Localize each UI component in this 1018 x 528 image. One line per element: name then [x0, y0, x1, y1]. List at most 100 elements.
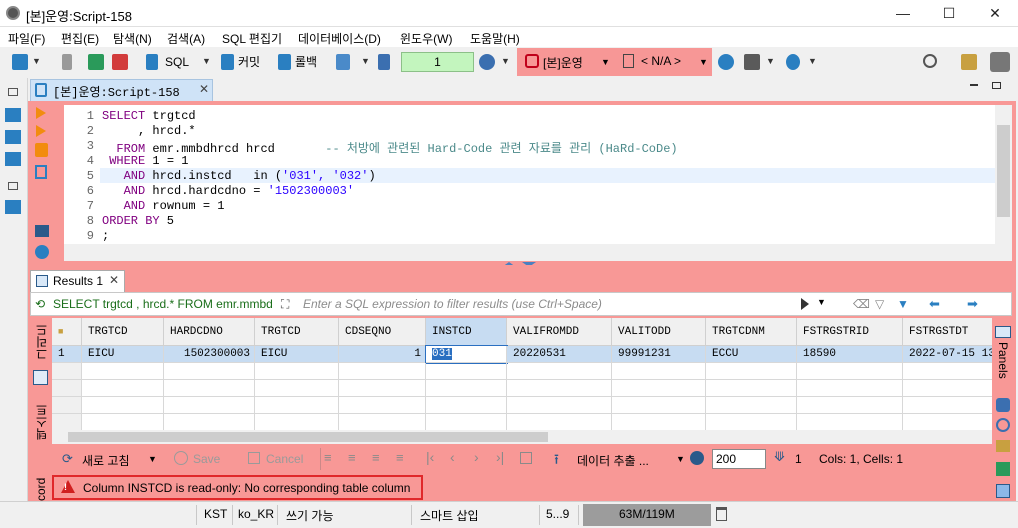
- row-number[interactable]: [52, 363, 82, 380]
- close-button[interactable]: ✕: [972, 0, 1018, 27]
- table-cell[interactable]: [82, 414, 164, 430]
- row-number[interactable]: [52, 397, 82, 414]
- column-header[interactable]: INSTCD: [426, 318, 507, 346]
- table-cell[interactable]: [903, 414, 992, 430]
- table-cell[interactable]: [706, 363, 797, 380]
- table-cell[interactable]: EICU: [82, 346, 164, 363]
- minimize-button[interactable]: —: [880, 0, 926, 27]
- explain-plan-icon[interactable]: [35, 165, 47, 179]
- code-line[interactable]: AND hrcd.hardcdno = '1502300003': [102, 184, 354, 198]
- find-icon[interactable]: [786, 54, 800, 70]
- transaction-mode-icon[interactable]: [336, 54, 350, 70]
- results-grid[interactable]: ■ TRGTCD HARDCDNO TRGTCD CDSEQNO INSTCD VALIFR…: [52, 318, 992, 430]
- table-cell[interactable]: [164, 397, 255, 414]
- column-header[interactable]: HARDCDNO: [164, 318, 255, 346]
- column-header[interactable]: VALITODD: [612, 318, 706, 346]
- navigator-icon[interactable]: [5, 108, 21, 122]
- tab-results-1[interactable]: Results 1 ✕: [30, 270, 125, 292]
- erase-filter-icon[interactable]: ⌫: [853, 297, 870, 311]
- table-cell[interactable]: 2022-07-15 13:: [903, 346, 992, 363]
- lock-icon[interactable]: [378, 54, 390, 70]
- add-row-icon[interactable]: ≡: [348, 450, 356, 465]
- projects-icon[interactable]: [5, 130, 21, 144]
- maximize-button[interactable]: ☐: [926, 0, 972, 27]
- table-cell[interactable]: [426, 414, 507, 430]
- cancel-button[interactable]: Cancel: [266, 452, 303, 466]
- perspective-icon[interactable]: [961, 54, 977, 70]
- restore-icon[interactable]: [8, 88, 18, 96]
- history-icon[interactable]: [479, 54, 495, 70]
- table-cell[interactable]: [507, 397, 612, 414]
- commit-button[interactable]: 커밋: [238, 52, 260, 72]
- table-cell[interactable]: [426, 363, 507, 380]
- tab-script[interactable]: [본]운영:Script-158 ✕: [30, 79, 213, 101]
- menu-sql-editor[interactable]: SQL 편집기: [222, 30, 282, 47]
- export-data-button[interactable]: 데이터 추출 ...: [577, 452, 649, 469]
- table-cell[interactable]: [797, 363, 903, 380]
- code-line[interactable]: , hrcd.*: [102, 124, 196, 138]
- commit-icon[interactable]: [221, 54, 234, 70]
- table-cell[interactable]: [706, 397, 797, 414]
- table-cell[interactable]: [255, 397, 339, 414]
- table-cell[interactable]: [507, 380, 612, 397]
- table-cell[interactable]: [255, 380, 339, 397]
- table-cell[interactable]: [797, 380, 903, 397]
- metadata-panel-icon[interactable]: [996, 418, 1010, 432]
- table-cell[interactable]: [612, 414, 706, 430]
- table-cell[interactable]: [82, 380, 164, 397]
- close-icon[interactable]: ✕: [199, 82, 209, 96]
- table-cell[interactable]: [612, 363, 706, 380]
- table-cell[interactable]: [507, 363, 612, 380]
- calc-panel-icon[interactable]: [996, 440, 1010, 452]
- sql-button[interactable]: SQL: [165, 52, 189, 72]
- grid-view-toggle[interactable]: 그리드: [33, 324, 50, 360]
- panels-toggle[interactable]: Panels: [996, 342, 1010, 379]
- search-icon[interactable]: [923, 54, 937, 68]
- column-header[interactable]: FSTRGSTDT: [903, 318, 992, 346]
- rollback-button[interactable]: 롤백: [295, 52, 317, 72]
- table-cell[interactable]: [82, 397, 164, 414]
- avatar[interactable]: [990, 52, 1010, 72]
- table-cell[interactable]: [507, 414, 612, 430]
- execute-script-icon[interactable]: [35, 143, 48, 157]
- edit-row-icon[interactable]: ≡: [324, 450, 332, 465]
- spreadsheet-icon[interactable]: [996, 484, 1010, 498]
- memory-usage[interactable]: 63M/119M: [583, 504, 711, 526]
- table-cell[interactable]: [797, 397, 903, 414]
- table-cell[interactable]: [706, 380, 797, 397]
- table-cell[interactable]: [426, 380, 507, 397]
- table-cell[interactable]: ECCU: [706, 346, 797, 363]
- code-line[interactable]: AND hrcd.instcd in ('031', '032'): [102, 169, 376, 183]
- table-cell[interactable]: [612, 397, 706, 414]
- menu-navigate[interactable]: 탐색(N): [113, 30, 152, 47]
- forward-arrow-icon[interactable]: ➡: [967, 296, 978, 312]
- row-number[interactable]: [52, 380, 82, 397]
- filter-input[interactable]: Enter a SQL expression to filter results…: [303, 297, 602, 311]
- table-cell[interactable]: EICU: [255, 346, 339, 363]
- chevron-down-icon[interactable]: ▼: [148, 454, 157, 464]
- editor-horizontal-scrollbar[interactable]: [64, 244, 1012, 261]
- dashboard-icon[interactable]: [718, 54, 734, 70]
- maximize-view-icon[interactable]: [992, 82, 1001, 89]
- record-view-toggle[interactable]: cord: [34, 475, 48, 501]
- table-cell[interactable]: [255, 414, 339, 430]
- expand-icon[interactable]: ⛶: [281, 297, 289, 312]
- table-cell[interactable]: [426, 397, 507, 414]
- menu-window[interactable]: 윈도우(W): [400, 30, 452, 47]
- tools-icon[interactable]: [744, 54, 760, 70]
- code-line[interactable]: WHERE 1 = 1: [102, 154, 188, 168]
- chevron-down-icon[interactable]: ▼: [699, 57, 708, 67]
- table-cell[interactable]: 1502300003: [164, 346, 255, 363]
- editor-scroll-thumb[interactable]: [997, 125, 1010, 217]
- execute-statement-icon[interactable]: [36, 107, 46, 119]
- filter-icon[interactable]: ▼: [897, 297, 909, 311]
- table-cell[interactable]: [339, 397, 426, 414]
- bookmarks-icon[interactable]: [5, 200, 21, 214]
- copy-row-icon[interactable]: ≡: [372, 450, 380, 465]
- text-view-toggle[interactable]: 텍스트: [33, 404, 50, 440]
- chevron-down-icon[interactable]: ▼: [817, 297, 826, 307]
- first-page-icon[interactable]: |‹: [426, 449, 434, 465]
- code-lines[interactable]: SELECT trgtcd , hrcd.* FROM emr.mmbdhrcd…: [100, 105, 995, 244]
- execute-in-new-tab-icon[interactable]: [36, 125, 46, 137]
- delete-row-icon[interactable]: ≡: [396, 450, 404, 465]
